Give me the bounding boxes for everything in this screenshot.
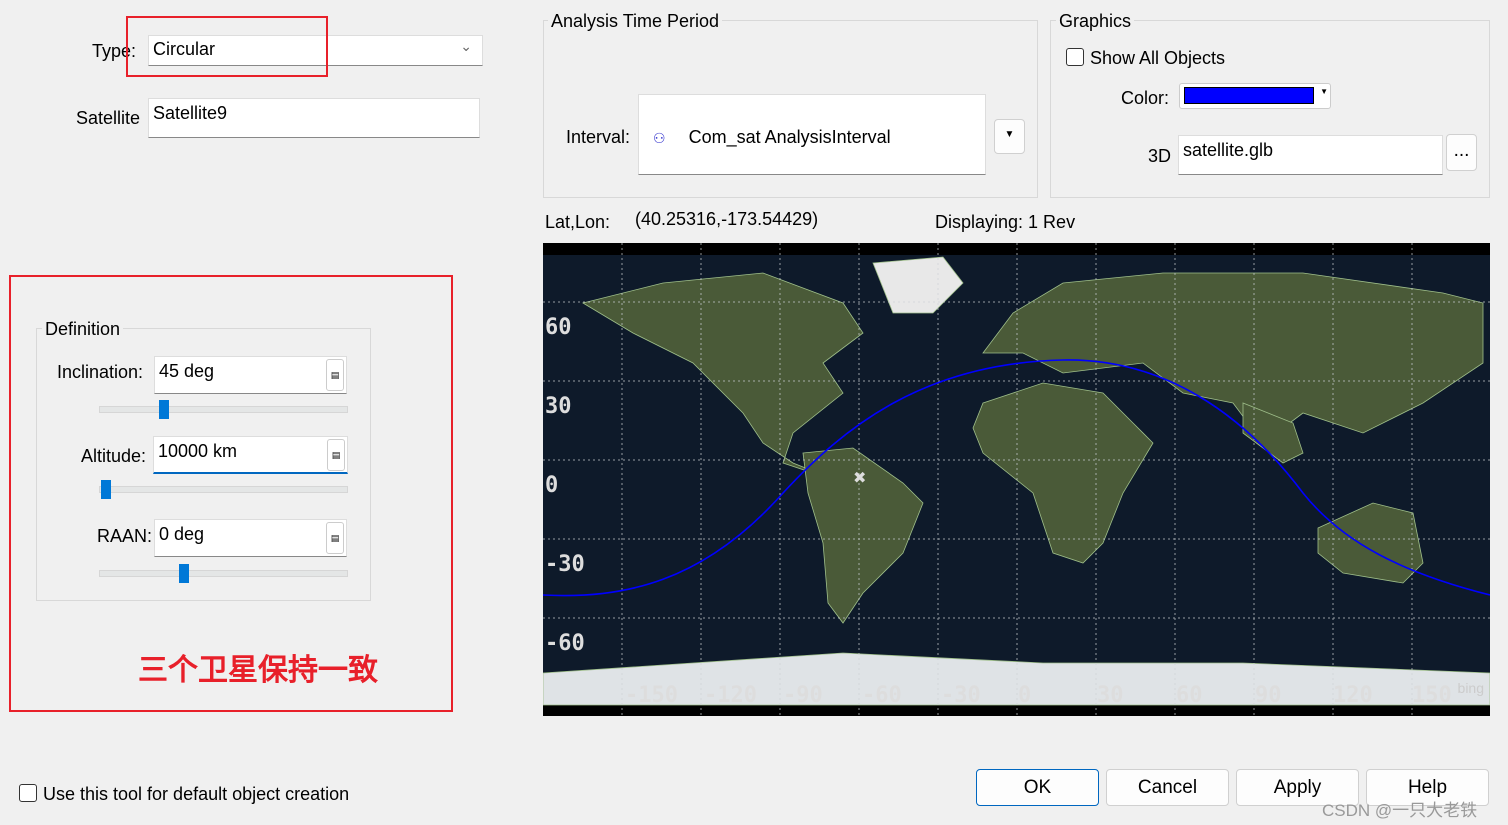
color-swatch	[1184, 87, 1314, 104]
lat-label: 60	[545, 315, 572, 340]
lon-label: -90	[783, 683, 823, 708]
lat-label: 0	[545, 473, 559, 498]
lon-label: -150	[625, 683, 678, 708]
raan-value: 0 deg	[159, 524, 205, 544]
raan-label: RAAN:	[97, 526, 153, 546]
slider-thumb[interactable]	[179, 564, 189, 583]
analysis-title: Analysis Time Period	[548, 11, 723, 32]
lon-label: 90	[1255, 683, 1282, 708]
satellite-label: Satellite	[76, 108, 141, 128]
raan-input[interactable]: 0 deg ▤	[154, 519, 347, 557]
raan-slider[interactable]	[99, 564, 348, 583]
model-label: 3D	[1148, 146, 1172, 166]
lon-label: -30	[941, 683, 981, 708]
annotation-text: 三个卫星保持一致	[138, 654, 378, 687]
lon-label: -60	[862, 683, 902, 708]
unit-picker-icon[interactable]: ▤	[327, 439, 345, 471]
altitude-label: Altitude:	[81, 446, 147, 466]
interval-label: Interval:	[566, 127, 631, 147]
interval-value: Com_sat AnalysisInterval	[688, 127, 891, 147]
highlight-box-type	[126, 16, 328, 77]
unit-picker-icon[interactable]: ▤	[326, 359, 344, 391]
altitude-input[interactable]: 10000 km ▤	[153, 436, 348, 474]
model-input[interactable]: satellite.glb	[1178, 135, 1443, 175]
satellite-icon: ✖	[853, 470, 866, 487]
displaying-text: Displaying: 1 Rev	[935, 212, 1076, 232]
default-tool-checkbox[interactable]	[19, 784, 37, 802]
cancel-button[interactable]: Cancel	[1106, 769, 1229, 806]
chevron-down-icon: ⌄	[460, 38, 472, 54]
interval-field[interactable]: ⚇ Com_sat AnalysisInterval	[638, 94, 986, 175]
lon-label: 120	[1333, 683, 1373, 708]
lon-labels: -150 -120 -90 -60 -30 0 30 60 90 120 150	[543, 683, 1490, 713]
csdn-watermark: CSDN @一只大老铁	[1322, 801, 1478, 820]
inclination-slider[interactable]	[99, 400, 348, 419]
latlon-label: Lat,Lon:	[545, 212, 611, 232]
unit-picker-icon[interactable]: ▤	[326, 522, 344, 554]
lat-label: 30	[545, 394, 572, 419]
color-label: Color:	[1121, 88, 1170, 108]
lat-labels: 60 30 0 -30 -60	[545, 288, 585, 683]
map-svg: ✖	[543, 243, 1490, 716]
slider-thumb[interactable]	[159, 400, 169, 419]
definition-title: Definition	[42, 319, 124, 340]
lat-label: -60	[545, 631, 585, 656]
color-picker[interactable]: ▼	[1179, 83, 1331, 109]
bing-logo: bing	[1457, 680, 1484, 696]
caret-down-icon: ▼	[1320, 87, 1328, 96]
interval-icon: ⚇	[653, 130, 666, 146]
lon-label: -120	[704, 683, 757, 708]
lon-label: 150	[1412, 683, 1452, 708]
show-all-checkbox[interactable]	[1066, 48, 1084, 66]
altitude-slider[interactable]	[99, 480, 348, 499]
interval-dropdown-button[interactable]: ▼	[994, 119, 1025, 154]
browse-button[interactable]: ...	[1446, 134, 1477, 171]
inclination-input[interactable]: 45 deg ▤	[154, 356, 347, 394]
lon-label: 0	[1018, 683, 1032, 708]
slider-thumb[interactable]	[101, 480, 111, 499]
show-all-label: Show All Objects	[1090, 48, 1226, 68]
inclination-label: Inclination:	[57, 362, 144, 382]
latlon-value: (40.25316,-173.54429)	[635, 209, 819, 229]
lon-label: 60	[1176, 683, 1203, 708]
altitude-value: 10000 km	[158, 441, 238, 461]
ok-button[interactable]: OK	[976, 769, 1099, 806]
satellite-input[interactable]: Satellite9	[148, 98, 480, 138]
graphics-title: Graphics	[1056, 11, 1135, 32]
lon-label: 30	[1097, 683, 1124, 708]
inclination-value: 45 deg	[159, 361, 215, 381]
map-view[interactable]: ✖ 60 30 0 -30 -60 -150 -120 -90 -60 -30 …	[543, 243, 1490, 716]
lat-label: -30	[545, 552, 585, 577]
default-tool-label: Use this tool for default object creatio…	[43, 784, 350, 804]
